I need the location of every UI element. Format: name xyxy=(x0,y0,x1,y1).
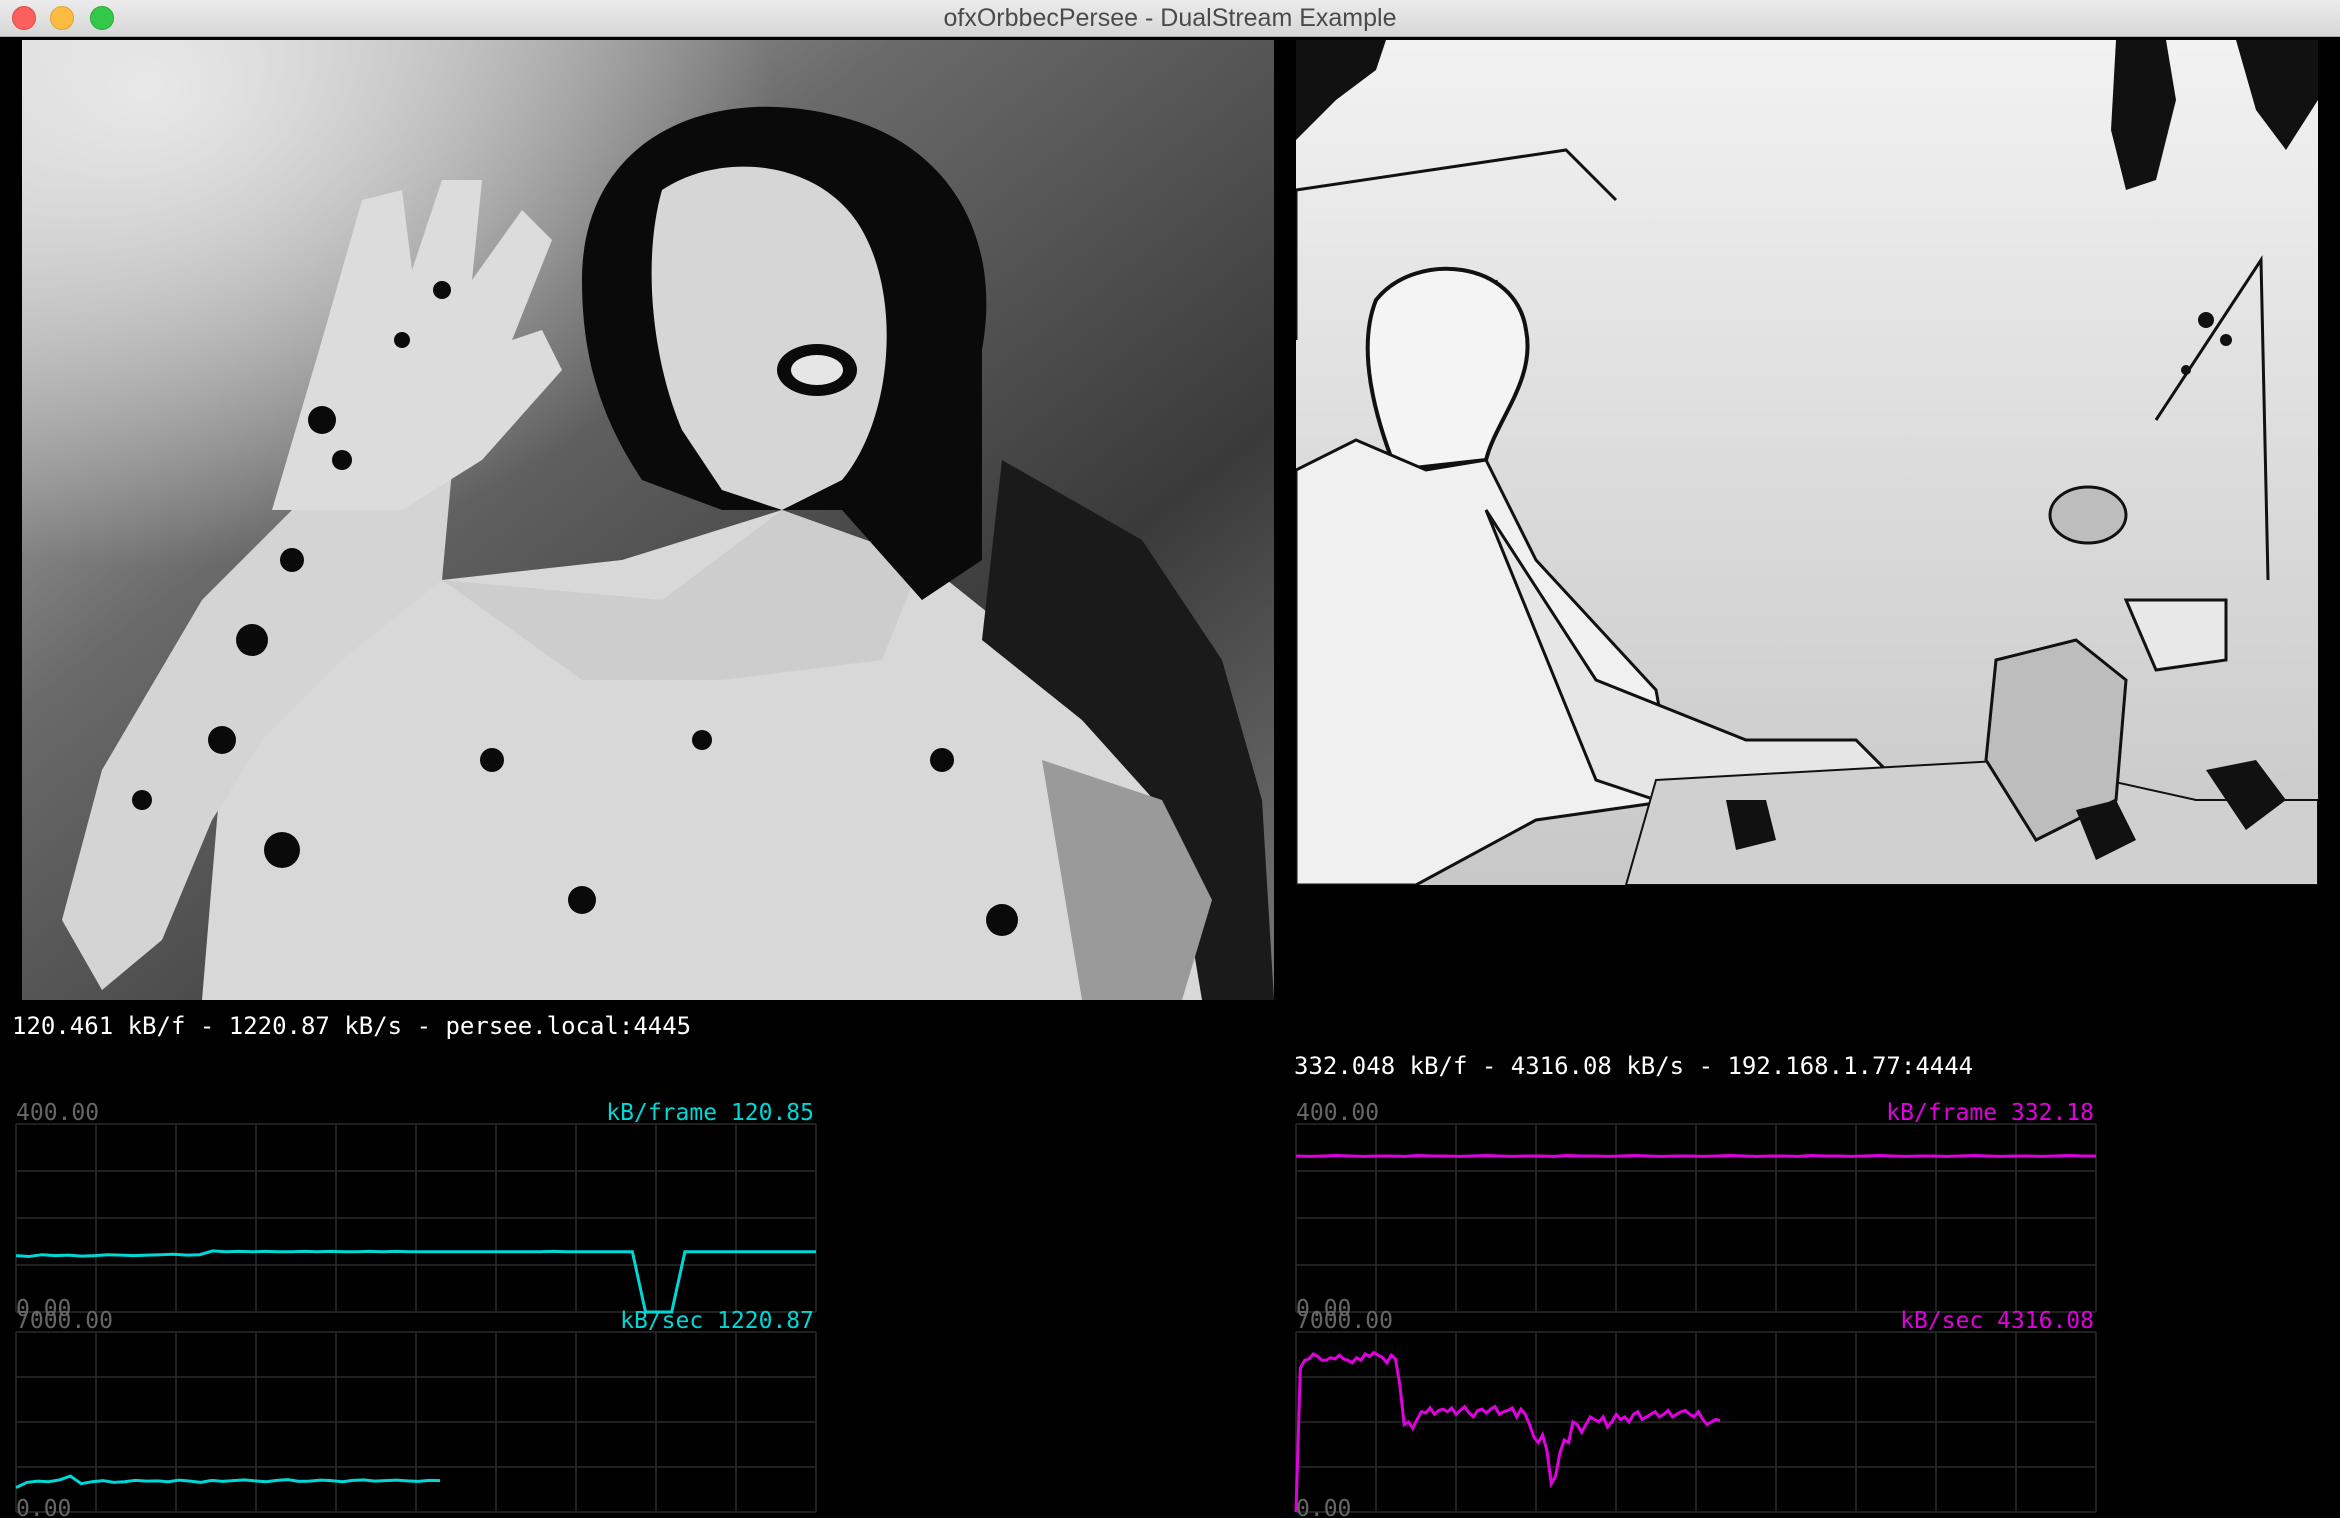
window-title: ofxOrbbecPersee - DualStream Example xyxy=(943,4,1397,32)
right-sec-graph-ymin: 0.00 xyxy=(1296,1496,1351,1518)
left-frame-graph-canvas: 400.00 0.00 kB/frame 120.85 xyxy=(15,1100,817,1322)
left-sec-graph-line xyxy=(15,1474,441,1489)
left-sec-graph: 7000.00 0.00 kB/sec 1220.87 xyxy=(15,1300,817,1518)
right-frame-graph-canvas: 400.00 0.00 kB/frame 332.18 xyxy=(1295,1100,2097,1322)
left-stream-info: 120.461 kB/f - 1220.87 kB/s - persee.loc… xyxy=(12,1012,692,1040)
right-sec-graph-label: kB/sec 4316.08 xyxy=(1900,1308,2094,1334)
left-frame-graph-ymax: 400.00 xyxy=(16,1100,99,1126)
right-sec-graph-canvas: 7000.00 0.00 kB/sec 4316.08 xyxy=(1294,1308,2097,1518)
right-frame-graph-grid xyxy=(1295,1123,2097,1313)
left-frame-graph: 400.00 0.00 kB/frame 120.85 xyxy=(15,1100,817,1322)
left-sec-graph-label: kB/sec 1220.87 xyxy=(620,1308,814,1334)
left-sec-graph-canvas: 7000.00 0.00 kB/sec 1220.87 xyxy=(15,1308,817,1518)
window-titlebar[interactable]: ofxOrbbecPersee - DualStream Example xyxy=(0,0,2340,37)
left-sec-graph-ymin: 0.00 xyxy=(16,1496,71,1518)
right-frame-graph-ymax: 400.00 xyxy=(1296,1100,1379,1126)
left-sec-graph-ymax: 7000.00 xyxy=(16,1308,113,1334)
right-sec-graph-ymax: 7000.00 xyxy=(1296,1308,1393,1334)
right-frame-graph-label: kB/frame 332.18 xyxy=(1886,1100,2094,1126)
right-sec-graph: 7000.00 0.00 kB/sec 4316.08 xyxy=(1294,1300,2097,1518)
left-depth-stream-image xyxy=(22,40,1274,1000)
right-depth-stream-image xyxy=(1296,40,2318,885)
left-frame-graph-grid xyxy=(15,1123,817,1313)
right-frame-graph: 400.00 0.00 kB/frame 332.18 xyxy=(1295,1100,2097,1322)
right-stream-info: 332.048 kB/f - 4316.08 kB/s - 192.168.1.… xyxy=(1294,1052,1974,1080)
left-sec-graph-grid xyxy=(15,1331,817,1513)
right-frame-graph-line xyxy=(1295,1153,2096,1158)
left-frame-graph-label: kB/frame 120.85 xyxy=(606,1100,814,1126)
